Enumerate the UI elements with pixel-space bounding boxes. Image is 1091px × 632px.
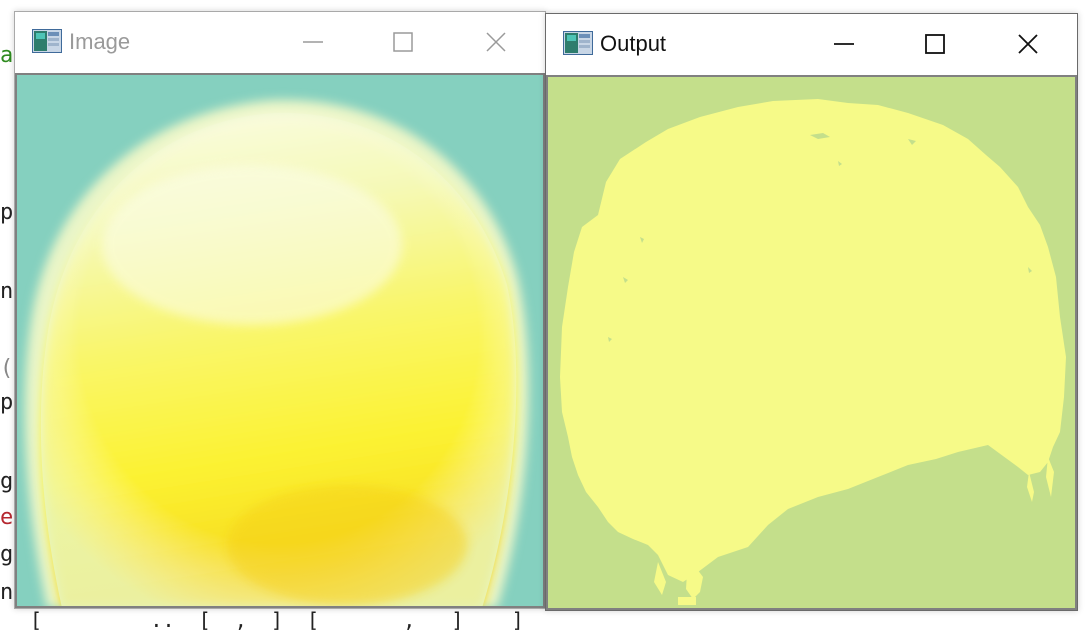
app-icon [32,29,62,53]
maximize-button[interactable] [383,24,423,60]
code-fragment: n [0,279,14,304]
code-line-bottom: [ .. [ , ] [ , ] ] [30,608,524,632]
minimize-icon [303,41,323,43]
title-bar[interactable]: Output [546,14,1077,74]
image-canvas [15,73,545,608]
title-bar[interactable]: Image [15,12,545,72]
minimize-button[interactable] [824,26,864,62]
close-button[interactable] [1008,26,1048,62]
close-icon [486,32,506,52]
segmentation-mask [548,77,1075,608]
image-window[interactable]: Image [14,11,546,609]
output-canvas [546,75,1077,610]
code-fragment: n [0,580,14,605]
output-window[interactable]: Output [545,13,1078,611]
maximize-icon [393,32,413,52]
minimize-button[interactable] [293,24,333,60]
app-icon [563,31,593,55]
close-icon [1018,34,1038,54]
close-button[interactable] [476,24,516,60]
code-fragment: g [0,469,14,494]
window-title: Output [600,31,667,56]
window-title: Image [69,29,131,54]
maximize-button[interactable] [915,26,955,62]
minimize-icon [834,43,854,45]
code-fragment: ( [0,356,14,381]
source-image [17,75,543,606]
maximize-icon [925,34,945,54]
